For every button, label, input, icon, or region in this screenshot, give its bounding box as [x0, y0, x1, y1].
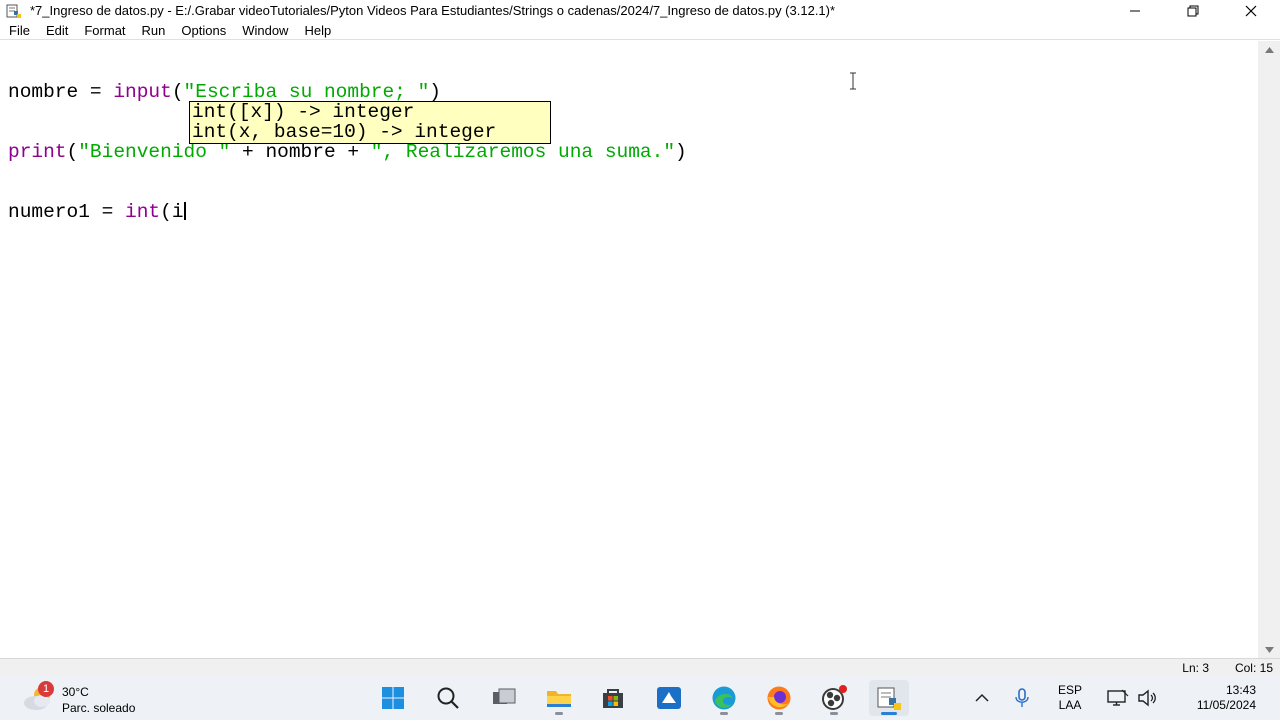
menu-help[interactable]: Help: [296, 21, 339, 40]
status-column-number: Col: 15: [1234, 661, 1273, 675]
code-line-2: print("Bienvenido " + nombre + ", Realiz…: [8, 142, 687, 162]
status-line-number: Ln: 3: [1182, 661, 1209, 675]
mouse-ibeam-icon: [850, 72, 856, 90]
vscode-like-icon: [657, 687, 681, 709]
microsoft-store-button[interactable]: [593, 680, 633, 716]
restore-button[interactable]: [1164, 0, 1222, 21]
python-idle-button[interactable]: [869, 680, 909, 716]
file-explorer-button[interactable]: [539, 680, 579, 716]
code-line-3: numero1 = int(i: [8, 202, 687, 222]
restore-icon: [1187, 5, 1199, 16]
menu-window[interactable]: Window: [234, 21, 296, 40]
network-button[interactable]: [1104, 676, 1132, 720]
language-indicator[interactable]: ESP LAA: [1048, 676, 1092, 720]
code-text[interactable]: nombre = input("Escriba su nombre; ") pr…: [8, 42, 687, 262]
windows-start-icon: [382, 687, 404, 709]
scroll-down-button[interactable]: [1258, 641, 1280, 658]
search-icon: [437, 687, 459, 709]
python-idle-icon: [6, 3, 22, 19]
scroll-thumb[interactable]: [1261, 58, 1277, 641]
string-token: ", Realizaremos una suma.": [370, 141, 676, 163]
notification-badge: 1: [38, 681, 54, 697]
code-token: (: [66, 141, 79, 163]
menu-format[interactable]: Format: [76, 21, 133, 40]
microphone-button[interactable]: [1010, 676, 1034, 720]
code-token: ): [675, 141, 687, 163]
active-indicator: [881, 712, 897, 715]
weather-temperature: 30°C: [62, 685, 89, 699]
string-token: "Escriba su nombre; ": [183, 81, 430, 103]
blue-app-button[interactable]: [649, 680, 689, 716]
task-view-button[interactable]: [484, 680, 524, 716]
speaker-icon: [1138, 689, 1156, 707]
code-token: + nombre +: [230, 141, 371, 163]
builtin-token: int: [125, 201, 161, 223]
running-indicator: [830, 712, 838, 715]
menu-options[interactable]: Options: [173, 21, 234, 40]
status-bar: Ln: 3 Col: 15: [0, 658, 1280, 676]
menu-run[interactable]: Run: [134, 21, 174, 40]
weather-description: Parc. soleado: [62, 701, 136, 715]
microphone-icon: [1015, 688, 1029, 707]
volume-button[interactable]: [1134, 676, 1160, 720]
vertical-scrollbar[interactable]: [1258, 41, 1280, 658]
edge-icon: [712, 686, 736, 710]
calltip-line-2: int(x, base=10) -> integer: [192, 121, 497, 143]
weather-widget[interactable]: 1 30°C Parc. soleado: [22, 681, 172, 715]
code-token: (: [171, 81, 184, 103]
builtin-token: print: [8, 141, 67, 163]
menu-file[interactable]: File: [0, 21, 38, 40]
clock-time: 13:43: [1225, 683, 1256, 697]
window-title: *7_Ingreso de datos.py - E:/.Grabar vide…: [30, 3, 836, 18]
code-token: nombre =: [8, 81, 114, 103]
running-indicator: [555, 712, 563, 715]
scroll-down-icon: [1264, 646, 1274, 653]
scroll-up-button[interactable]: [1258, 41, 1280, 58]
title-bar: *7_Ingreso de datos.py - E:/.Grabar vide…: [0, 0, 1280, 21]
clock-date: 11/05/2024: [1196, 698, 1256, 712]
firefox-button[interactable]: [759, 680, 799, 716]
firefox-icon: [767, 686, 791, 710]
close-icon: [1245, 5, 1257, 16]
code-token: numero1 =: [8, 201, 126, 223]
scroll-up-icon: [1264, 46, 1274, 53]
code-token: ): [429, 81, 441, 103]
calltip-popup: int([x]) -> integer int(x, base=10) -> in…: [189, 101, 551, 144]
string-token: "Bienvenido ": [78, 141, 231, 163]
python-idle-icon: [877, 687, 901, 710]
microsoft-store-icon: [603, 689, 623, 708]
menu-bar: File Edit Format Run Options Window Help: [0, 21, 1280, 40]
running-indicator: [775, 712, 783, 715]
edge-button[interactable]: [704, 680, 744, 716]
search-button[interactable]: [428, 680, 468, 716]
obs-icon: [822, 685, 847, 710]
text-caret: [183, 202, 186, 220]
clock[interactable]: 13:43 11/05/2024: [1170, 676, 1266, 720]
minimize-icon: [1130, 10, 1140, 11]
menu-edit[interactable]: Edit: [38, 21, 76, 40]
taskbar: 1 30°C Parc. soleado ESP LAA 13:43 11/05…: [0, 676, 1280, 720]
minimize-button[interactable]: [1106, 0, 1164, 21]
network-icon: [1107, 689, 1129, 706]
language-code: ESP: [1057, 683, 1082, 697]
window-controls: [1106, 0, 1280, 21]
calltip-line-1: int([x]) -> integer: [192, 101, 415, 123]
obs-button[interactable]: [814, 680, 854, 716]
code-token: (i: [160, 201, 184, 223]
code-line-1: nombre = input("Escriba su nombre; "): [8, 82, 687, 102]
show-hidden-icons-button[interactable]: [968, 676, 996, 720]
builtin-token: input: [113, 81, 172, 103]
running-indicator: [720, 712, 728, 715]
chevron-up-icon: [975, 693, 989, 702]
file-explorer-icon: [547, 691, 571, 707]
windows-start-button[interactable]: [373, 680, 413, 716]
keyboard-layout: LAA: [1058, 698, 1082, 712]
task-view-icon: [493, 688, 516, 704]
close-button[interactable]: [1222, 0, 1280, 21]
